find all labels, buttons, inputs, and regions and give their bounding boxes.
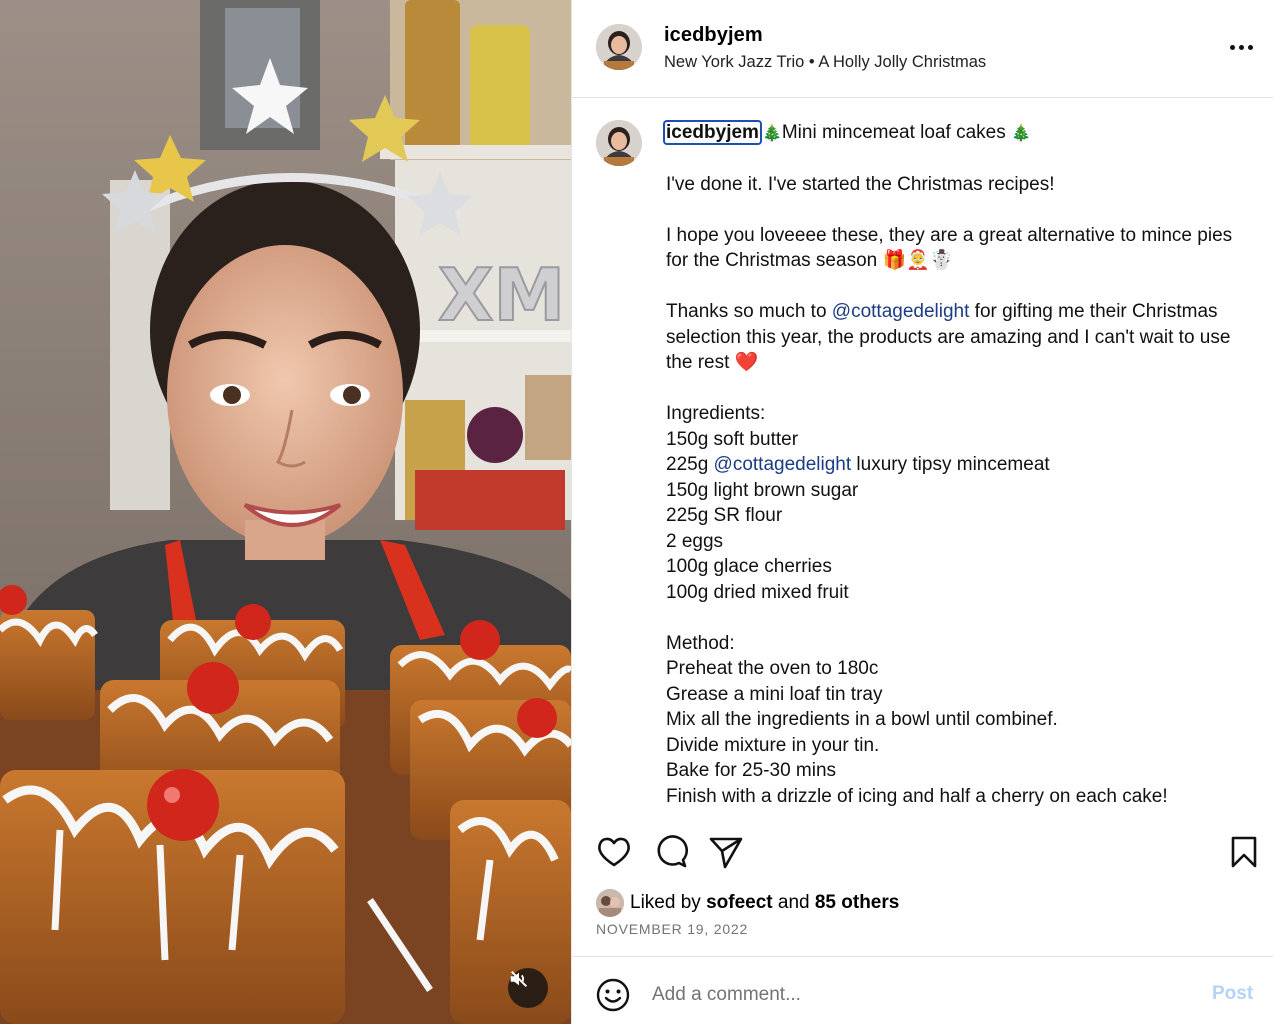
- caption-paragraph: I hope you loveeee these, they are a gre…: [666, 224, 1233, 272]
- method-step: Finish with a drizzle of icing and half …: [666, 785, 1168, 807]
- more-options-button[interactable]: [1224, 34, 1258, 60]
- comment-button[interactable]: [650, 832, 690, 872]
- ingredient-item: 100g glace cherries: [666, 556, 832, 577]
- author-avatar[interactable]: [596, 24, 642, 70]
- caption-title: Mini mincemeat loaf cakes: [781, 122, 1006, 143]
- method-step: Grease a mini loaf tin tray: [666, 683, 883, 705]
- caption-username-link[interactable]: icedbyjem: [663, 120, 762, 145]
- share-button[interactable]: [706, 832, 746, 872]
- method-step: Bake for 25-30 mins: [666, 760, 837, 781]
- method-step: Divide mixture in your tin.: [666, 734, 880, 756]
- post-date[interactable]: NOVEMBER 19, 2022: [596, 921, 748, 937]
- author-username[interactable]: icedbyjem: [664, 24, 763, 47]
- ingredient-item: 225g SR flour: [666, 505, 783, 526]
- liker-avatar: [596, 889, 624, 917]
- liker-username-link[interactable]: sofeect: [706, 892, 773, 914]
- post-sidebar: icedbyjem New York Jazz Trio • A Holly J…: [571, 0, 1273, 1024]
- paper-plane-icon: [709, 837, 743, 869]
- caption-title-line: icedbyjem 🎄Mini mincemeat loaf cakes 🎄: [663, 120, 1031, 145]
- mention-link[interactable]: @cottagedelight: [832, 301, 970, 322]
- save-button[interactable]: [1224, 832, 1264, 872]
- more-options-dot: [1238, 44, 1244, 50]
- avatar-image: [596, 889, 624, 917]
- post-header: icedbyjem New York Jazz Trio • A Holly J…: [572, 0, 1273, 98]
- emoji-picker-button[interactable]: [595, 977, 631, 1013]
- more-options-dot: [1247, 44, 1253, 50]
- tree-emoji: 🎄: [761, 125, 782, 142]
- comment-bubble-icon: [657, 835, 688, 868]
- caption-scroll-area[interactable]: icedbyjem 🎄Mini mincemeat loaf cakes 🎄 I'…: [572, 99, 1273, 814]
- comment-input[interactable]: [652, 979, 1172, 1011]
- likes-count-link[interactable]: 85 others: [815, 892, 899, 914]
- ingredient-item: 225g @cottagedelight luxury tipsy mincem…: [666, 452, 1246, 478]
- method-step: Preheat the oven to 180c: [666, 658, 879, 679]
- likes-summary[interactable]: Liked by sofeect and 85 others: [596, 888, 899, 918]
- bookmark-icon: [1231, 836, 1257, 868]
- ingredient-item: 150g soft butter: [666, 428, 799, 450]
- heart-icon: [598, 837, 630, 867]
- method-step: Mix all the ingredients in a bowl until …: [666, 709, 1058, 730]
- likes-middle: and: [777, 892, 810, 913]
- caption-paragraph: I've done it. I've started the Christmas…: [666, 173, 1055, 195]
- speaker-muted-icon: [510, 970, 528, 988]
- video-frame: XM: [0, 0, 571, 1024]
- caption-text-segment: luxury tipsy mincemeat: [851, 454, 1050, 475]
- comment-bar: Post: [572, 956, 1273, 1024]
- method-heading: Method:: [666, 632, 735, 654]
- ingredient-item: 100g dried mixed fruit: [666, 581, 849, 603]
- caption-author-avatar[interactable]: [596, 120, 642, 166]
- method-section: Method: Preheat the oven to 180c Grease …: [666, 631, 1246, 810]
- audio-track-link[interactable]: New York Jazz Trio • A Holly Jolly Chris…: [664, 53, 986, 72]
- post-video[interactable]: XM: [0, 0, 571, 1024]
- smiley-icon: [596, 978, 630, 1012]
- caption-text-segment: 225g: [666, 454, 714, 475]
- more-options-icon: [1229, 44, 1235, 50]
- ingredient-item: 150g light brown sugar: [666, 479, 859, 501]
- post-comment-button[interactable]: Post: [1212, 983, 1253, 1005]
- mute-toggle-button[interactable]: [508, 968, 548, 1008]
- mention-link[interactable]: @cottagedelight: [714, 454, 852, 475]
- caption-text-segment: Thanks so much to: [666, 301, 832, 322]
- svg-text:XM: XM: [438, 253, 565, 337]
- avatar-image: [596, 24, 642, 70]
- ingredients-section: Ingredients: 150g soft butter 225g @cott…: [666, 401, 1246, 605]
- caption-paragraph: Thanks so much to @cottagedelight for gi…: [666, 299, 1246, 376]
- likes-prefix: Liked by: [630, 892, 701, 913]
- ingredient-item: 2 eggs: [666, 530, 724, 552]
- tree-emoji: 🎄: [1011, 125, 1031, 142]
- caption-text: icedbyjem 🎄Mini mincemeat loaf cakes 🎄 I'…: [663, 120, 1246, 810]
- like-button[interactable]: [594, 832, 634, 872]
- avatar-image: [596, 120, 642, 166]
- ingredients-heading: Ingredients:: [666, 403, 766, 424]
- post-actions-bar: [572, 828, 1273, 874]
